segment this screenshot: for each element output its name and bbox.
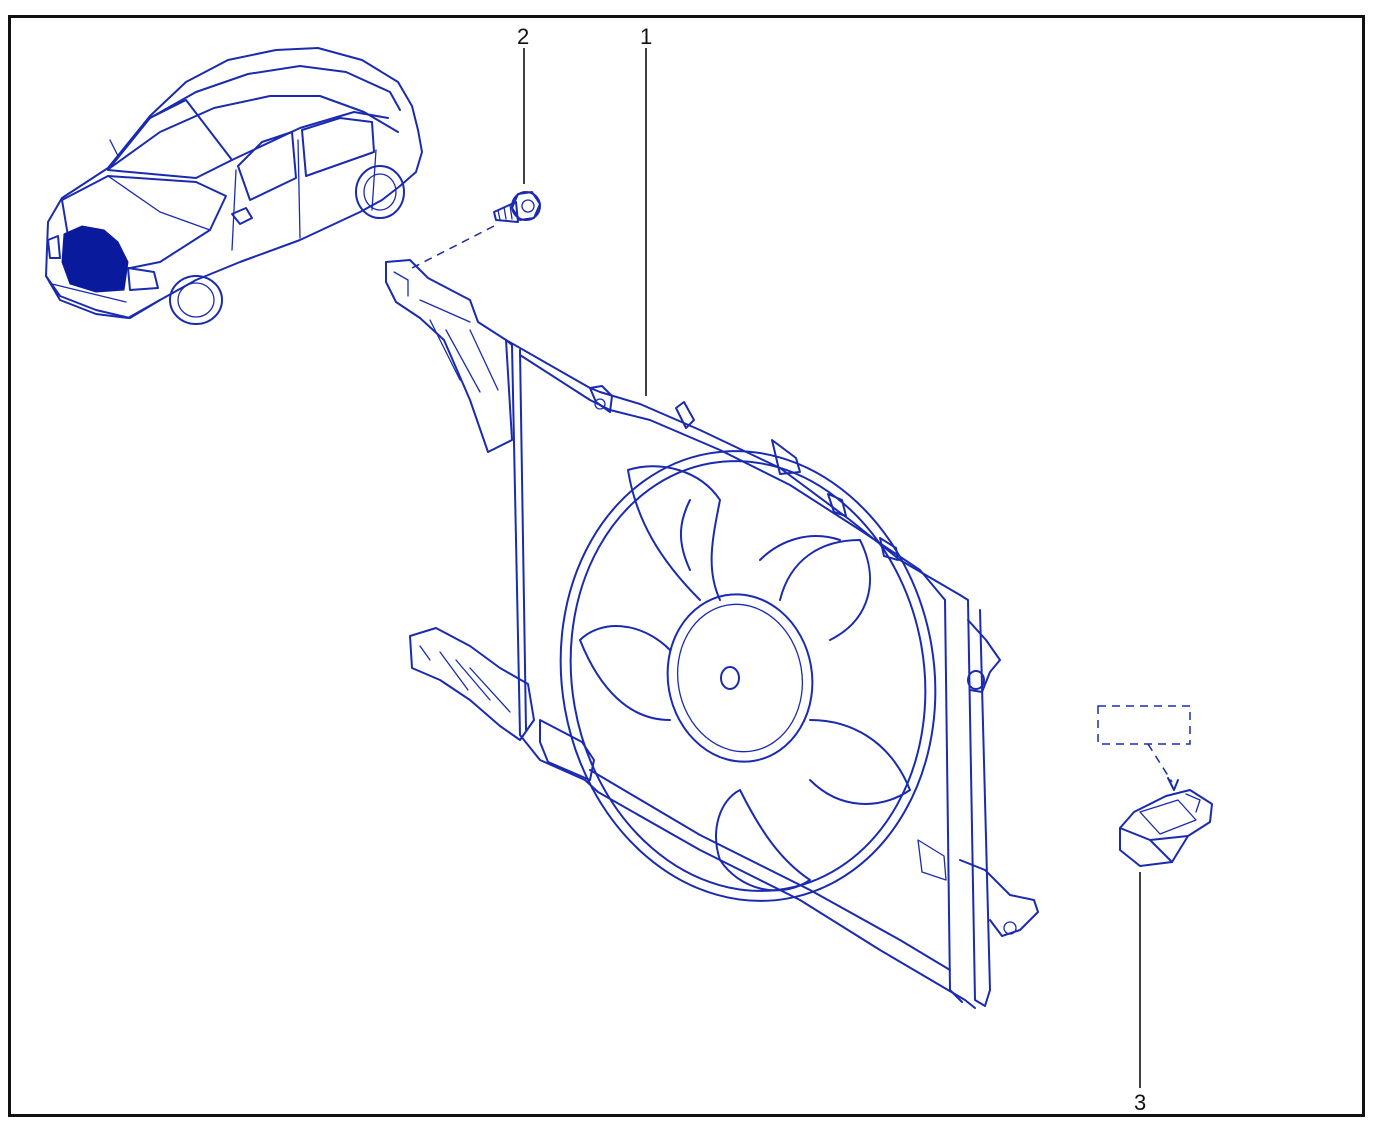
callout-1-label: 1 bbox=[640, 24, 653, 49]
connector-alignment-line bbox=[1147, 743, 1173, 783]
callout-3-label: 3 bbox=[1134, 1090, 1147, 1115]
connector-socket-outline bbox=[1097, 705, 1191, 745]
exploded-parts-diagram bbox=[45, 47, 1213, 1088]
bolt-icon bbox=[493, 191, 541, 223]
bolt-alignment-line bbox=[411, 225, 495, 269]
cooling-fan-assembly-icon bbox=[385, 259, 1039, 1009]
callout-2-label: 2 bbox=[517, 24, 530, 49]
car-front-highlight-icon bbox=[45, 47, 423, 325]
resistor-connector-icon bbox=[1097, 705, 1213, 867]
